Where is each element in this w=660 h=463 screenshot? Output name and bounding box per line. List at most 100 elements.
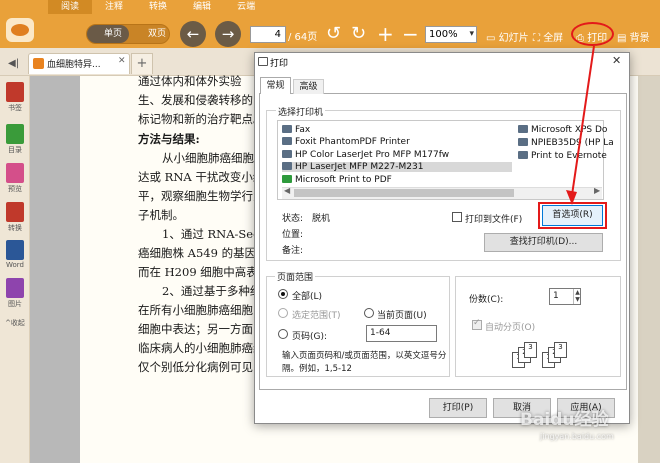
- location-label: 位置:: [282, 230, 304, 240]
- bookmark-icon: [6, 82, 24, 102]
- sidebar-item-convert[interactable]: 转换: [0, 202, 30, 233]
- new-tab-button[interactable]: +: [131, 53, 153, 74]
- app-logo-icon[interactable]: [6, 18, 34, 42]
- fax-icon: [282, 125, 292, 133]
- slideshow-label: 幻灯片: [498, 33, 529, 44]
- sidebar-item-word[interactable]: Word: [0, 240, 30, 269]
- doc-line: 生、发展和侵袭转移的: [138, 93, 253, 107]
- find-printer-button[interactable]: 查找打印机(D)...: [484, 233, 603, 252]
- zoom-select[interactable]: 100%: [425, 26, 477, 43]
- collate-label: 自动分页(O): [485, 323, 536, 333]
- printer-icon: [282, 162, 292, 170]
- doc-line: 1、通过 RNA-Seque: [162, 227, 258, 241]
- printer-icon: [258, 57, 268, 66]
- print-to-file-label: 打印到文件(F): [465, 215, 523, 225]
- doc-line: 2、通过基于多种细胞: [162, 284, 258, 298]
- comment-label: 备注:: [282, 246, 304, 256]
- zoom-out-icon[interactable]: −: [402, 23, 419, 45]
- slideshow-button[interactable]: ▭ 幻灯片: [486, 29, 529, 44]
- printer-item[interactable]: HP Color LaserJet Pro MFP M177fw: [282, 150, 449, 160]
- printer-item[interactable]: Microsoft Print to PDF: [282, 175, 392, 185]
- printer-item[interactable]: Fax: [282, 125, 310, 135]
- annotation-arrow: [566, 45, 595, 205]
- printer-item[interactable]: Foxit PhantomPDF Printer: [282, 137, 410, 147]
- page-number-input[interactable]: 4: [250, 26, 286, 43]
- range-pages-label: 页码(G):: [292, 332, 328, 342]
- zoom-in-icon[interactable]: +: [377, 23, 394, 45]
- doc-line: 而在 H209 细胞中高表达: [138, 265, 258, 279]
- tab-general[interactable]: 常规: [260, 77, 291, 94]
- status-value: 脱机: [312, 214, 331, 224]
- copies-label: 份数(C):: [469, 295, 504, 305]
- scrollbar-thumb[interactable]: [294, 189, 514, 197]
- range-selection-radio[interactable]: [278, 308, 288, 318]
- doc-line: 从小细胞肺癌细胞: [162, 151, 254, 165]
- menu-tab-read[interactable]: 阅读: [48, 0, 93, 14]
- doc-line: 标记物和新的治疗靶点。: [138, 112, 258, 126]
- printer-icon: [518, 138, 528, 146]
- menu-tabs: 阅读 注释 转换 编辑 云端: [48, 0, 268, 14]
- watermark-logo: Baidu经验: [520, 410, 609, 430]
- collate-illustration-icon: 1 2 3 1 2 3: [508, 342, 568, 370]
- printer-icon: [518, 125, 528, 133]
- doc-line: 在所有小细胞肺癌细胞: [138, 303, 253, 317]
- background-label: 背景: [629, 33, 650, 44]
- pages-input[interactable]: 1-64: [366, 325, 437, 342]
- status-label: 状态:: [282, 214, 304, 224]
- print-confirm-button[interactable]: 打印(P): [429, 398, 487, 418]
- doc-line: 癌细胞株 A549 的基因表: [138, 246, 258, 260]
- fullscreen-button[interactable]: ⛶ 全屏: [533, 29, 563, 44]
- range-all-radio[interactable]: [278, 289, 288, 299]
- sidebar-collapse[interactable]: ^收起: [0, 318, 30, 328]
- sidebar-toggle-icon[interactable]: ◀|: [8, 58, 19, 69]
- single-page-button[interactable]: 单页: [87, 25, 129, 43]
- printer-icon: [518, 151, 528, 159]
- double-page-button[interactable]: 双页: [132, 25, 170, 43]
- dialog-title: 打印: [270, 59, 289, 69]
- sidebar-item-toc[interactable]: 目录: [0, 124, 30, 155]
- default-printer-icon: [282, 175, 292, 183]
- sidebar-item-image[interactable]: 图片: [0, 278, 30, 309]
- page-total: / 64页: [288, 32, 318, 43]
- prev-page-icon[interactable]: ←: [180, 21, 206, 47]
- print-to-file-checkbox[interactable]: [452, 212, 462, 222]
- range-all-label: 全部(L): [292, 292, 323, 302]
- close-icon[interactable]: ✕: [612, 54, 621, 67]
- document-text: 通过体内和体外实验 生、发展和侵袭转移的 标记物和新的治疗靶点。 方法与结果: …: [138, 73, 258, 373]
- printer-icon: [282, 150, 292, 158]
- sidebar-item-bookmark[interactable]: 书签: [0, 82, 30, 113]
- doc-line: 子机制。: [138, 208, 184, 222]
- background-button[interactable]: ▤ 背景: [617, 29, 650, 44]
- scroll-left-icon[interactable]: ◀: [284, 186, 290, 195]
- menu-tab-edit[interactable]: 编辑: [180, 0, 224, 14]
- select-printer-label: 选择打印机: [276, 105, 326, 118]
- page-range-label: 页面范围: [275, 270, 316, 283]
- image-icon: [6, 278, 24, 298]
- doc-line: 仅个别低分化病例可见: [138, 360, 253, 373]
- range-pages-radio[interactable]: [278, 329, 288, 339]
- range-help-text: 输入页面页码和/或页面范围，以英文逗号分隔。例如，1,5-12: [282, 351, 447, 374]
- copies-stepper[interactable]: ▲ ▼: [573, 289, 581, 304]
- range-current-label: 当前页面(U): [377, 311, 427, 321]
- range-current-radio[interactable]: [364, 308, 374, 318]
- menu-tab-cloud[interactable]: 云端: [224, 0, 268, 14]
- page-margin: [638, 76, 660, 463]
- tab-close-icon[interactable]: ✕: [118, 56, 126, 66]
- sidebar-item-preview[interactable]: 预览: [0, 163, 30, 194]
- doc-line: 细胞中表达；另一方面，: [138, 322, 258, 336]
- rotate-right-icon[interactable]: ↻: [351, 23, 366, 45]
- menu-tab-convert[interactable]: 转换: [136, 0, 180, 14]
- watermark-url: jingyan.baidu.com: [540, 432, 614, 441]
- doc-line: 通过体内和体外实验: [138, 74, 242, 88]
- menu-tab-annotate[interactable]: 注释: [92, 0, 136, 14]
- toc-icon: [6, 124, 24, 144]
- doc-line: 临床病人的小细胞肺癌组: [138, 341, 258, 355]
- rotate-left-icon[interactable]: ↺: [326, 23, 341, 45]
- printer-item-selected[interactable]: HP LaserJet MFP M227-M231: [282, 162, 512, 172]
- next-page-icon[interactable]: →: [215, 21, 241, 47]
- tab-advanced[interactable]: 高级: [293, 79, 324, 94]
- doc-heading: 方法与结果:: [138, 132, 200, 146]
- collate-checkbox[interactable]: [472, 318, 482, 330]
- printer-icon: [282, 137, 292, 145]
- doc-line: 达或 RNA 干扰改变小细: [138, 170, 258, 184]
